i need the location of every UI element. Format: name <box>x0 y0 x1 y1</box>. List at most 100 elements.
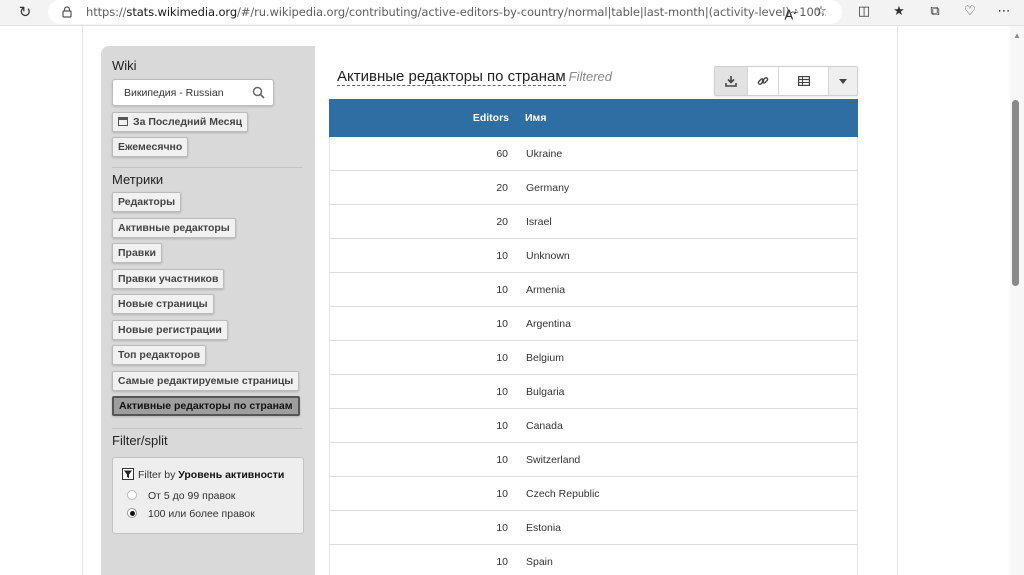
chart-toolbar <box>714 66 858 96</box>
search-icon <box>252 86 265 99</box>
url-text: https://stats.wikimedia.org/#/ru.wikiped… <box>86 5 826 19</box>
calendar-icon <box>118 117 128 126</box>
granularity-button[interactable]: Ежемесячно <box>112 137 189 157</box>
scrollbar-thumb[interactable] <box>1012 100 1019 286</box>
radio-button[interactable] <box>127 490 137 500</box>
metric-new-registrations[interactable]: Новые регистрации <box>112 320 228 340</box>
table-row: 10 Canada <box>329 409 858 443</box>
column-header-editors[interactable]: Editors <box>473 112 509 124</box>
metric-top-editors[interactable]: Топ редакторов <box>112 345 207 365</box>
table-row: 20 Israel <box>329 205 858 239</box>
cell-editors: 10 <box>496 522 508 534</box>
cell-editors: 10 <box>496 352 508 364</box>
main-panel: Активные редакторы по странам Filtered E… <box>315 46 873 575</box>
favorite-star-icon[interactable]: ☆ <box>812 3 830 21</box>
table-row: 10 Unknown <box>329 239 858 273</box>
favorites-icon[interactable]: ★ <box>890 3 908 21</box>
table-view-button[interactable] <box>779 67 829 95</box>
wiki-selector[interactable]: Википедия - Russian <box>112 79 274 106</box>
metric-title[interactable]: Активные редакторы по странам <box>337 68 566 86</box>
cell-editors: 20 <box>496 182 508 194</box>
address-bar[interactable]: https://stats.wikimedia.org/#/ru.wikiped… <box>48 0 842 24</box>
cell-editors: 10 <box>496 488 508 500</box>
filter-option-label: От 5 до 99 правок <box>148 490 236 502</box>
cell-name: Israel <box>526 216 552 228</box>
sidebar-divider <box>112 428 303 429</box>
cell-editors: 10 <box>496 318 508 330</box>
table-row: 10 Bulgaria <box>329 375 858 409</box>
metric-active-editors[interactable]: Активные редакторы <box>112 218 236 238</box>
table-row: 10 Belgium <box>329 341 858 375</box>
scroll-up-icon[interactable]: ▲ <box>1012 32 1022 40</box>
link-button[interactable] <box>748 67 779 95</box>
cell-editors: 10 <box>496 420 508 432</box>
url-prefix: https:// <box>86 5 127 19</box>
time-range-button[interactable]: За Последний Месяц <box>112 112 249 132</box>
column-header-name[interactable]: Имя <box>525 112 546 124</box>
sidebar-divider <box>112 167 303 168</box>
cell-name: Argentina <box>526 318 571 330</box>
cell-name: Estonia <box>526 522 562 534</box>
cell-name: Unknown <box>526 250 570 262</box>
cell-editors: 20 <box>496 216 508 228</box>
page-guide-right <box>897 26 898 575</box>
split-screen-icon[interactable]: ◫ <box>855 3 873 21</box>
browser-essentials-icon[interactable]: ♡ <box>961 3 979 21</box>
cell-editors: 10 <box>496 284 508 296</box>
wiki-selector-value: Википедия - Russian <box>124 87 224 99</box>
download-button[interactable] <box>715 67 748 95</box>
filter-option-5-99[interactable]: От 5 до 99 правок <box>127 490 235 502</box>
table-row: 20 Germany <box>329 171 858 205</box>
metric-active-editors-by-country[interactable]: Активные редакторы по странам <box>112 396 300 416</box>
browser-toolbar: ↻ https://stats.wikimedia.org/#/ru.wikip… <box>0 0 1024 26</box>
cell-name: Armenia <box>526 284 566 296</box>
cell-name: Germany <box>526 182 570 194</box>
chevron-down-icon <box>839 78 847 84</box>
cell-name: Belgium <box>526 352 564 364</box>
lock-icon <box>62 6 72 18</box>
cell-name: Canada <box>526 420 563 432</box>
filter-prefix: Filter by <box>138 469 176 481</box>
table-header: Editors Имя <box>329 99 858 137</box>
filter-option-label: 100 или более правок <box>148 508 255 520</box>
download-icon <box>725 76 737 87</box>
cell-name: Bulgaria <box>526 386 565 398</box>
url-path: /#/ru.wikipedia.org/contributing/active-… <box>237 5 826 19</box>
metric-editors[interactable]: Редакторы <box>112 192 182 212</box>
metric-user-edits[interactable]: Правки участников <box>112 269 225 289</box>
filter-panel: Filter by Уровень активности От 5 до 99 … <box>112 457 304 534</box>
table-row: 10 Armenia <box>329 273 858 307</box>
radio-button-selected[interactable] <box>127 508 137 518</box>
page-guide-left <box>82 26 83 575</box>
metrics-section-title: Метрики <box>112 172 164 187</box>
cell-editors: 10 <box>496 454 508 466</box>
cell-editors: 10 <box>496 386 508 398</box>
table-row: 10 Argentina <box>329 307 858 341</box>
sidebar: Wiki Википедия - Russian За Последний Ме… <box>101 46 315 575</box>
filter-header[interactable]: Filter by Уровень активности <box>122 468 284 481</box>
filter-dimension: Уровень активности <box>178 469 285 481</box>
read-aloud-icon[interactable]: A♪ <box>782 3 800 23</box>
reload-icon[interactable]: ↻ <box>16 3 34 21</box>
url-host: stats.wikimedia.org <box>126 5 238 19</box>
table-row: 10 Czech Republic <box>329 477 858 511</box>
cell-name: Spain <box>526 556 553 568</box>
table-row: 60 Ukraine <box>329 137 858 171</box>
metric-most-edited-pages[interactable]: Самые редактируемые страницы <box>112 371 300 391</box>
link-icon <box>757 77 769 85</box>
cell-editors: 10 <box>496 556 508 568</box>
cell-editors: 10 <box>496 250 508 262</box>
filtered-badge: Filtered <box>568 69 613 84</box>
more-menu-icon[interactable]: ⋯ <box>995 3 1013 21</box>
wiki-section-title: Wiki <box>112 58 137 73</box>
cell-name: Ukraine <box>526 148 563 160</box>
metric-new-pages[interactable]: Новые страницы <box>112 294 214 314</box>
collections-icon[interactable]: ⧉ <box>926 3 944 21</box>
view-dropdown-button[interactable] <box>829 67 857 95</box>
filter-option-100-plus[interactable]: 100 или более правок <box>127 508 255 520</box>
page-title: Активные редакторы по странам Filtered <box>337 68 613 86</box>
table-row: 10 Estonia <box>329 511 858 545</box>
metric-edits[interactable]: Правки <box>112 243 162 263</box>
cell-name: Switzerland <box>526 454 581 466</box>
table-icon <box>797 76 810 86</box>
